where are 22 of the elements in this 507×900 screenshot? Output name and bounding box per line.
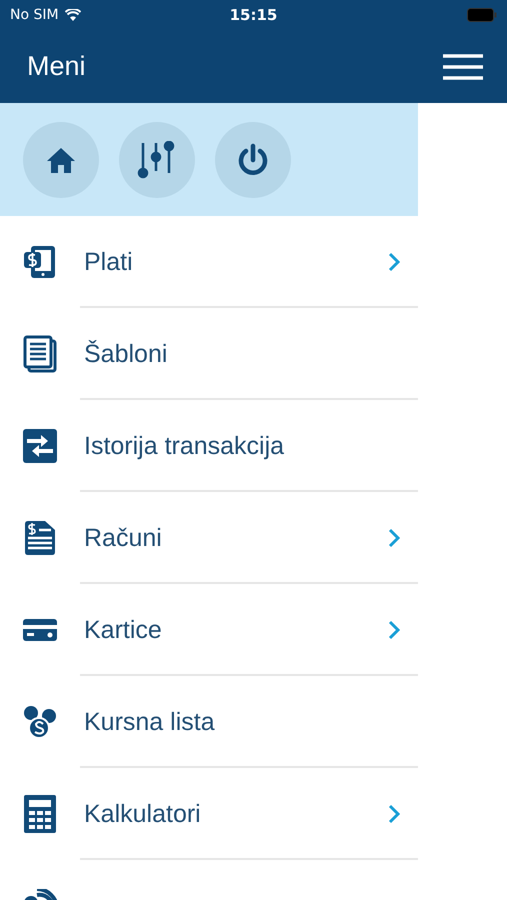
menu-button[interactable] [443,54,483,80]
menu-item[interactable]: Računi [84,524,388,552]
sliders-icon [137,140,177,178]
bill-icon [23,520,57,556]
menu-item[interactable]: Istorija transakcija [84,432,418,460]
page-title: Meni [27,51,86,82]
phone-dollar-icon [23,245,57,279]
menu-item[interactable]: Kartice [84,616,388,644]
documents-icon [23,335,57,373]
menu-item[interactable]: Plati [84,248,388,276]
battery-icon [467,8,497,22]
calculator-icon [24,795,56,833]
menu-item[interactable]: Kursna lista [84,708,418,736]
credit-card-icon [23,619,57,641]
status-time: 15:15 [230,6,278,24]
menu-item[interactable]: Šabloni [84,340,418,368]
carrier-text: No SIM [10,7,59,23]
exchange-arrows-icon [23,429,57,463]
menu-item[interactable]: Kalkulatori [84,800,388,828]
wifi-icon [64,9,81,21]
power-icon [236,142,270,176]
coins-icon [23,705,57,739]
